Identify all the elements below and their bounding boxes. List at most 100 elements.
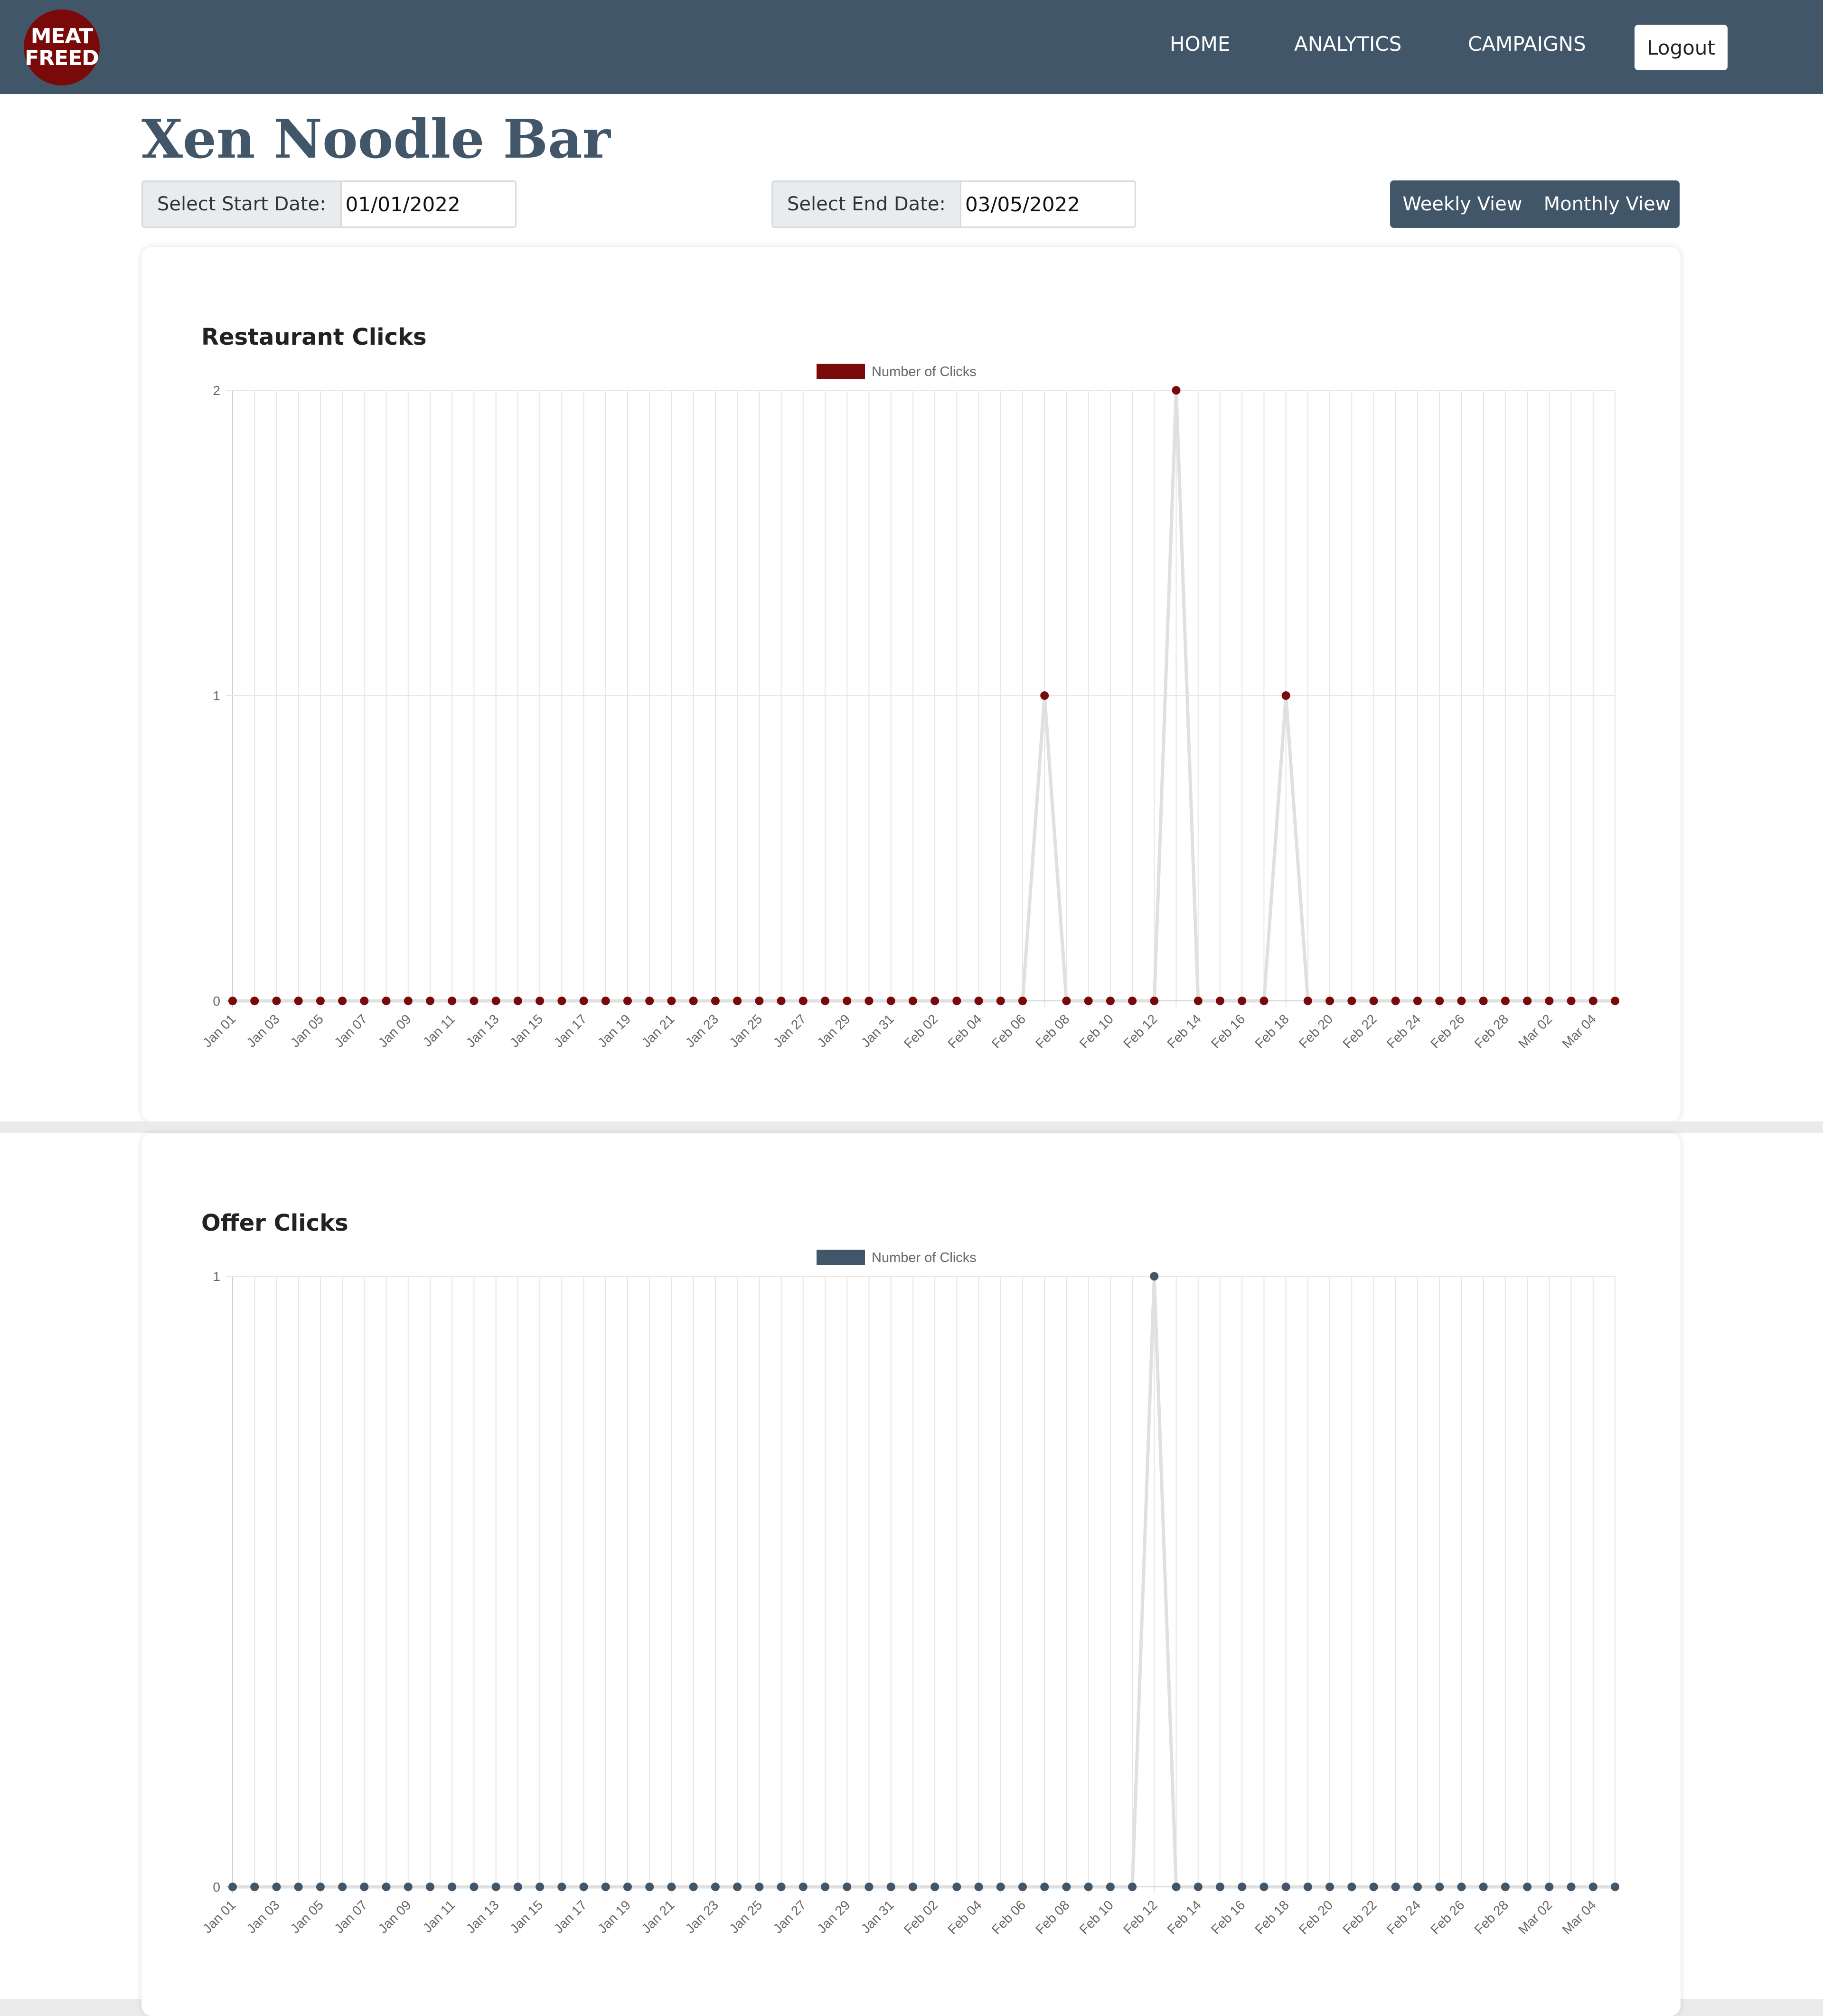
- data-point: [448, 1883, 457, 1891]
- end-date-input[interactable]: [961, 182, 1135, 226]
- data-point: [1281, 691, 1290, 700]
- data-point: [1369, 1883, 1378, 1891]
- data-point: [360, 997, 369, 1005]
- x-tick-label: Jan 13: [463, 1011, 502, 1050]
- x-tick-label: Mar 04: [1559, 1011, 1599, 1051]
- data-point: [382, 1883, 391, 1891]
- data-point: [908, 997, 917, 1005]
- x-tick-label: Jan 09: [376, 1011, 414, 1050]
- data-point: [623, 997, 632, 1005]
- data-point: [1150, 1272, 1159, 1281]
- x-tick-label: Feb 10: [1077, 1011, 1117, 1051]
- meat-freed-logo[interactable]: MEAT FREED: [24, 9, 100, 85]
- x-tick-label: Feb 28: [1472, 1011, 1512, 1051]
- x-tick-label: Feb 12: [1120, 1897, 1160, 1937]
- data-point: [513, 1883, 522, 1891]
- x-tick-label: Feb 06: [989, 1897, 1029, 1937]
- start-date-input[interactable]: [341, 182, 515, 226]
- data-point: [404, 1883, 413, 1891]
- x-tick-label: Jan 01: [200, 1897, 238, 1936]
- data-point: [272, 1883, 281, 1891]
- data-point: [821, 1883, 829, 1891]
- data-point: [1325, 1883, 1334, 1891]
- y-tick-label: 0: [213, 994, 220, 1008]
- data-point: [426, 1883, 434, 1891]
- data-point: [579, 1883, 588, 1891]
- data-point: [952, 1883, 961, 1891]
- data-point: [974, 997, 983, 1005]
- data-point: [1501, 1883, 1510, 1891]
- x-tick-label: Jan 25: [726, 1897, 765, 1936]
- data-point: [1040, 1883, 1049, 1891]
- data-point: [996, 1883, 1005, 1891]
- x-tick-label: Feb 24: [1384, 1011, 1424, 1051]
- x-tick-label: Jan 31: [858, 1897, 897, 1936]
- logo-line-1: MEAT: [30, 24, 93, 48]
- nav-analytics-link[interactable]: ANALYTICS: [1294, 32, 1401, 56]
- data-point: [1413, 997, 1422, 1005]
- x-tick-label: Feb 10: [1077, 1897, 1117, 1937]
- x-tick-label: Jan 19: [595, 1897, 633, 1936]
- data-point: [1588, 1883, 1597, 1891]
- data-point: [1018, 997, 1027, 1005]
- x-tick-label: Feb 22: [1340, 1011, 1380, 1051]
- data-point: [711, 1883, 720, 1891]
- data-point: [689, 997, 698, 1005]
- data-point: [316, 1883, 325, 1891]
- x-tick-label: Jan 23: [683, 1897, 721, 1936]
- data-point: [1259, 997, 1269, 1005]
- x-tick-label: Jan 17: [551, 1897, 589, 1936]
- data-point: [623, 1883, 632, 1891]
- data-point: [470, 1883, 479, 1891]
- x-tick-label: Mar 04: [1559, 1897, 1599, 1937]
- data-point: [557, 997, 566, 1005]
- x-tick-label: Feb 02: [901, 1011, 941, 1051]
- x-tick-label: Mar 02: [1515, 1897, 1555, 1937]
- monthly-view-button[interactable]: Monthly View: [1535, 180, 1680, 228]
- data-point: [557, 1883, 566, 1891]
- data-point: [360, 1883, 369, 1891]
- data-point: [711, 997, 720, 1005]
- data-point: [667, 997, 676, 1005]
- logout-button[interactable]: Logout: [1635, 25, 1728, 70]
- x-tick-label: Jan 21: [639, 1011, 677, 1050]
- x-tick-label: Feb 18: [1252, 1897, 1292, 1937]
- data-point: [1435, 997, 1444, 1005]
- card-divider: [0, 1121, 1823, 1133]
- data-point: [1611, 1883, 1619, 1891]
- start-date-group: Select Start Date:: [141, 180, 517, 228]
- data-point: [1545, 997, 1554, 1005]
- data-point: [1216, 1883, 1224, 1891]
- x-tick-label: Jan 29: [814, 1897, 853, 1936]
- data-point: [448, 997, 457, 1005]
- data-point: [536, 997, 545, 1005]
- data-point: [886, 1883, 895, 1891]
- data-point: [1259, 1883, 1269, 1891]
- data-point: [1084, 1883, 1093, 1891]
- data-point: [930, 1883, 940, 1891]
- restaurant-clicks-card: Restaurant Clicks 0 1 2 Jan 01 Jan 03 Jan 05 J…: [141, 247, 1681, 1121]
- x-tick-label: Jan 03: [244, 1011, 282, 1050]
- x-tick-label: Feb 16: [1208, 1011, 1248, 1051]
- x-tick-label: Jan 01: [200, 1011, 238, 1050]
- data-point: [1347, 1883, 1356, 1891]
- data-point: [930, 997, 940, 1005]
- x-tick-label: Feb 18: [1252, 1011, 1292, 1051]
- data-point: [843, 997, 852, 1005]
- x-tick-label: Feb 24: [1384, 1897, 1424, 1937]
- weekly-view-button[interactable]: Weekly View: [1390, 180, 1535, 228]
- x-tick-label: Feb 08: [1033, 1897, 1072, 1937]
- x-tick-label: Feb 08: [1033, 1011, 1072, 1051]
- x-tick-label: Feb 26: [1428, 1897, 1467, 1937]
- nav-campaigns-link[interactable]: CAMPAIGNS: [1468, 32, 1586, 56]
- data-point: [1457, 1883, 1466, 1891]
- data-point: [316, 997, 325, 1005]
- top-navbar: MEAT FREED HOME ANALYTICS CAMPAIGNS Logo…: [0, 0, 1823, 94]
- data-point: [1435, 1883, 1444, 1891]
- data-point: [382, 997, 391, 1005]
- nav-home-link[interactable]: HOME: [1170, 32, 1230, 56]
- data-point: [1128, 997, 1137, 1005]
- y-tick-label: 2: [213, 383, 220, 398]
- y-tick-label: 1: [213, 688, 220, 703]
- x-tick-label: Jan 31: [858, 1011, 897, 1050]
